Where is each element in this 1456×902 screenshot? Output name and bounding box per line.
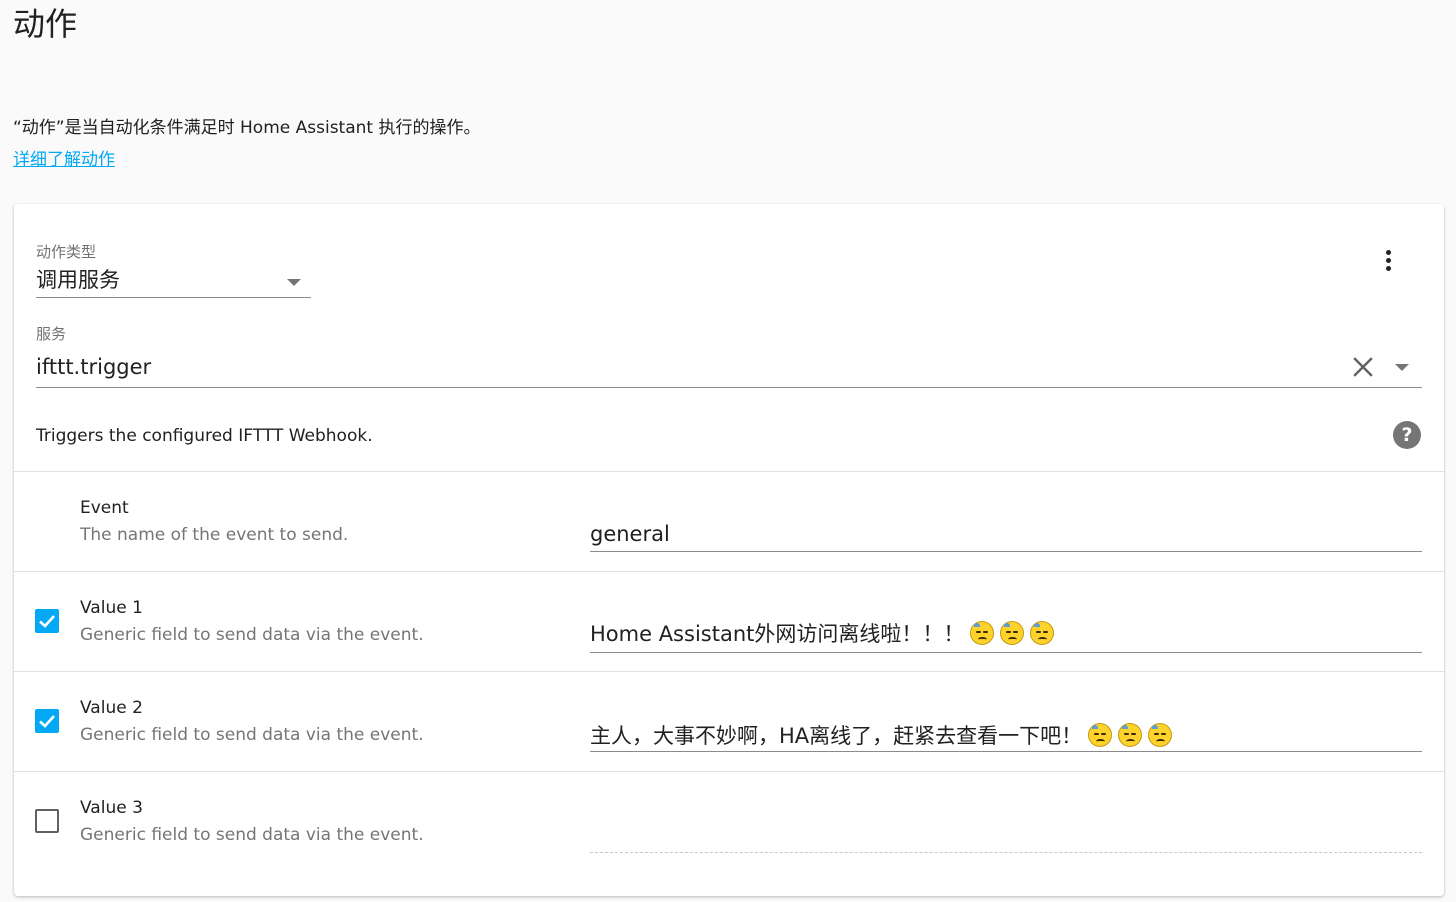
service-underline xyxy=(36,387,1422,388)
field-description: The name of the event to send. xyxy=(80,525,349,545)
downcast-face-with-sweat-emoji xyxy=(1118,723,1143,747)
downcast-face-with-sweat-emoji xyxy=(970,621,995,645)
value2-input[interactable]: 主人，大事不妙啊，HA离线了，赶紧去查看一下吧！ xyxy=(590,722,1422,750)
service-label: 服务 xyxy=(36,325,67,343)
action-type-value[interactable]: 调用服务 xyxy=(36,266,120,294)
value2-text: 主人，大事不妙啊，HA离线了，赶紧去查看一下吧！ xyxy=(590,724,1083,748)
downcast-face-with-sweat-emoji xyxy=(1148,723,1173,747)
action-type-underline xyxy=(36,297,311,298)
check-icon xyxy=(39,615,55,628)
value1-input-underline xyxy=(590,652,1422,653)
chevron-down-icon[interactable] xyxy=(1395,364,1409,371)
value1-input[interactable]: Home Assistant外网访问离线啦！！！ xyxy=(590,620,1422,648)
action-card: 动作类型 调用服务 服务 ifttt.trigger Triggers the … xyxy=(14,204,1444,896)
value3-input-underline xyxy=(590,852,1422,853)
action-type-label: 动作类型 xyxy=(36,243,97,261)
value3-checkbox[interactable] xyxy=(35,809,59,833)
downcast-face-with-sweat-emoji xyxy=(1030,621,1055,645)
value2-checkbox[interactable] xyxy=(35,709,59,733)
field-name: Value 3 xyxy=(80,798,143,818)
event-input[interactable]: general xyxy=(590,520,1422,548)
close-icon[interactable] xyxy=(1351,355,1375,379)
field-description: Generic field to send data via the event… xyxy=(80,625,424,645)
field-description: Generic field to send data via the event… xyxy=(80,725,424,745)
field-name: Event xyxy=(80,498,129,518)
value1-checkbox[interactable] xyxy=(35,609,59,633)
service-value[interactable]: ifttt.trigger xyxy=(36,353,151,381)
automation-actions-page: 动作 “动作”是当自动化条件满足时 Home Assistant 执行的操作。 … xyxy=(0,0,1456,902)
downcast-face-with-sweat-emoji xyxy=(1000,621,1025,645)
more-vertical-icon[interactable] xyxy=(1380,244,1396,276)
field-description: Generic field to send data via the event… xyxy=(80,825,424,845)
action-card-header: 动作类型 调用服务 服务 ifttt.trigger Triggers the … xyxy=(14,204,1444,471)
service-field-row: Value 2 Generic field to send data via t… xyxy=(14,671,1444,771)
field-name: Value 2 xyxy=(80,698,143,718)
event-input-underline xyxy=(590,551,1422,552)
value2-input-underline xyxy=(590,751,1422,752)
service-description: Triggers the configured IFTTT Webhook. xyxy=(36,426,373,446)
value1-text: Home Assistant外网访问离线啦！！！ xyxy=(590,622,965,646)
help-circle-icon[interactable]: ? xyxy=(1393,421,1421,449)
service-field-row: Value 1 Generic field to send data via t… xyxy=(14,571,1444,671)
check-icon xyxy=(39,715,55,728)
field-name: Value 1 xyxy=(80,598,143,618)
chevron-down-icon[interactable] xyxy=(287,279,301,286)
section-description: “动作”是当自动化条件满足时 Home Assistant 执行的操作。 xyxy=(13,118,481,138)
downcast-face-with-sweat-emoji xyxy=(1088,723,1113,747)
learn-more-link[interactable]: 详细了解动作 xyxy=(13,148,115,172)
service-field-row: Event The name of the event to send. gen… xyxy=(14,471,1444,571)
page-title: 动作 xyxy=(13,5,78,43)
service-field-row: Value 3 Generic field to send data via t… xyxy=(14,771,1444,871)
